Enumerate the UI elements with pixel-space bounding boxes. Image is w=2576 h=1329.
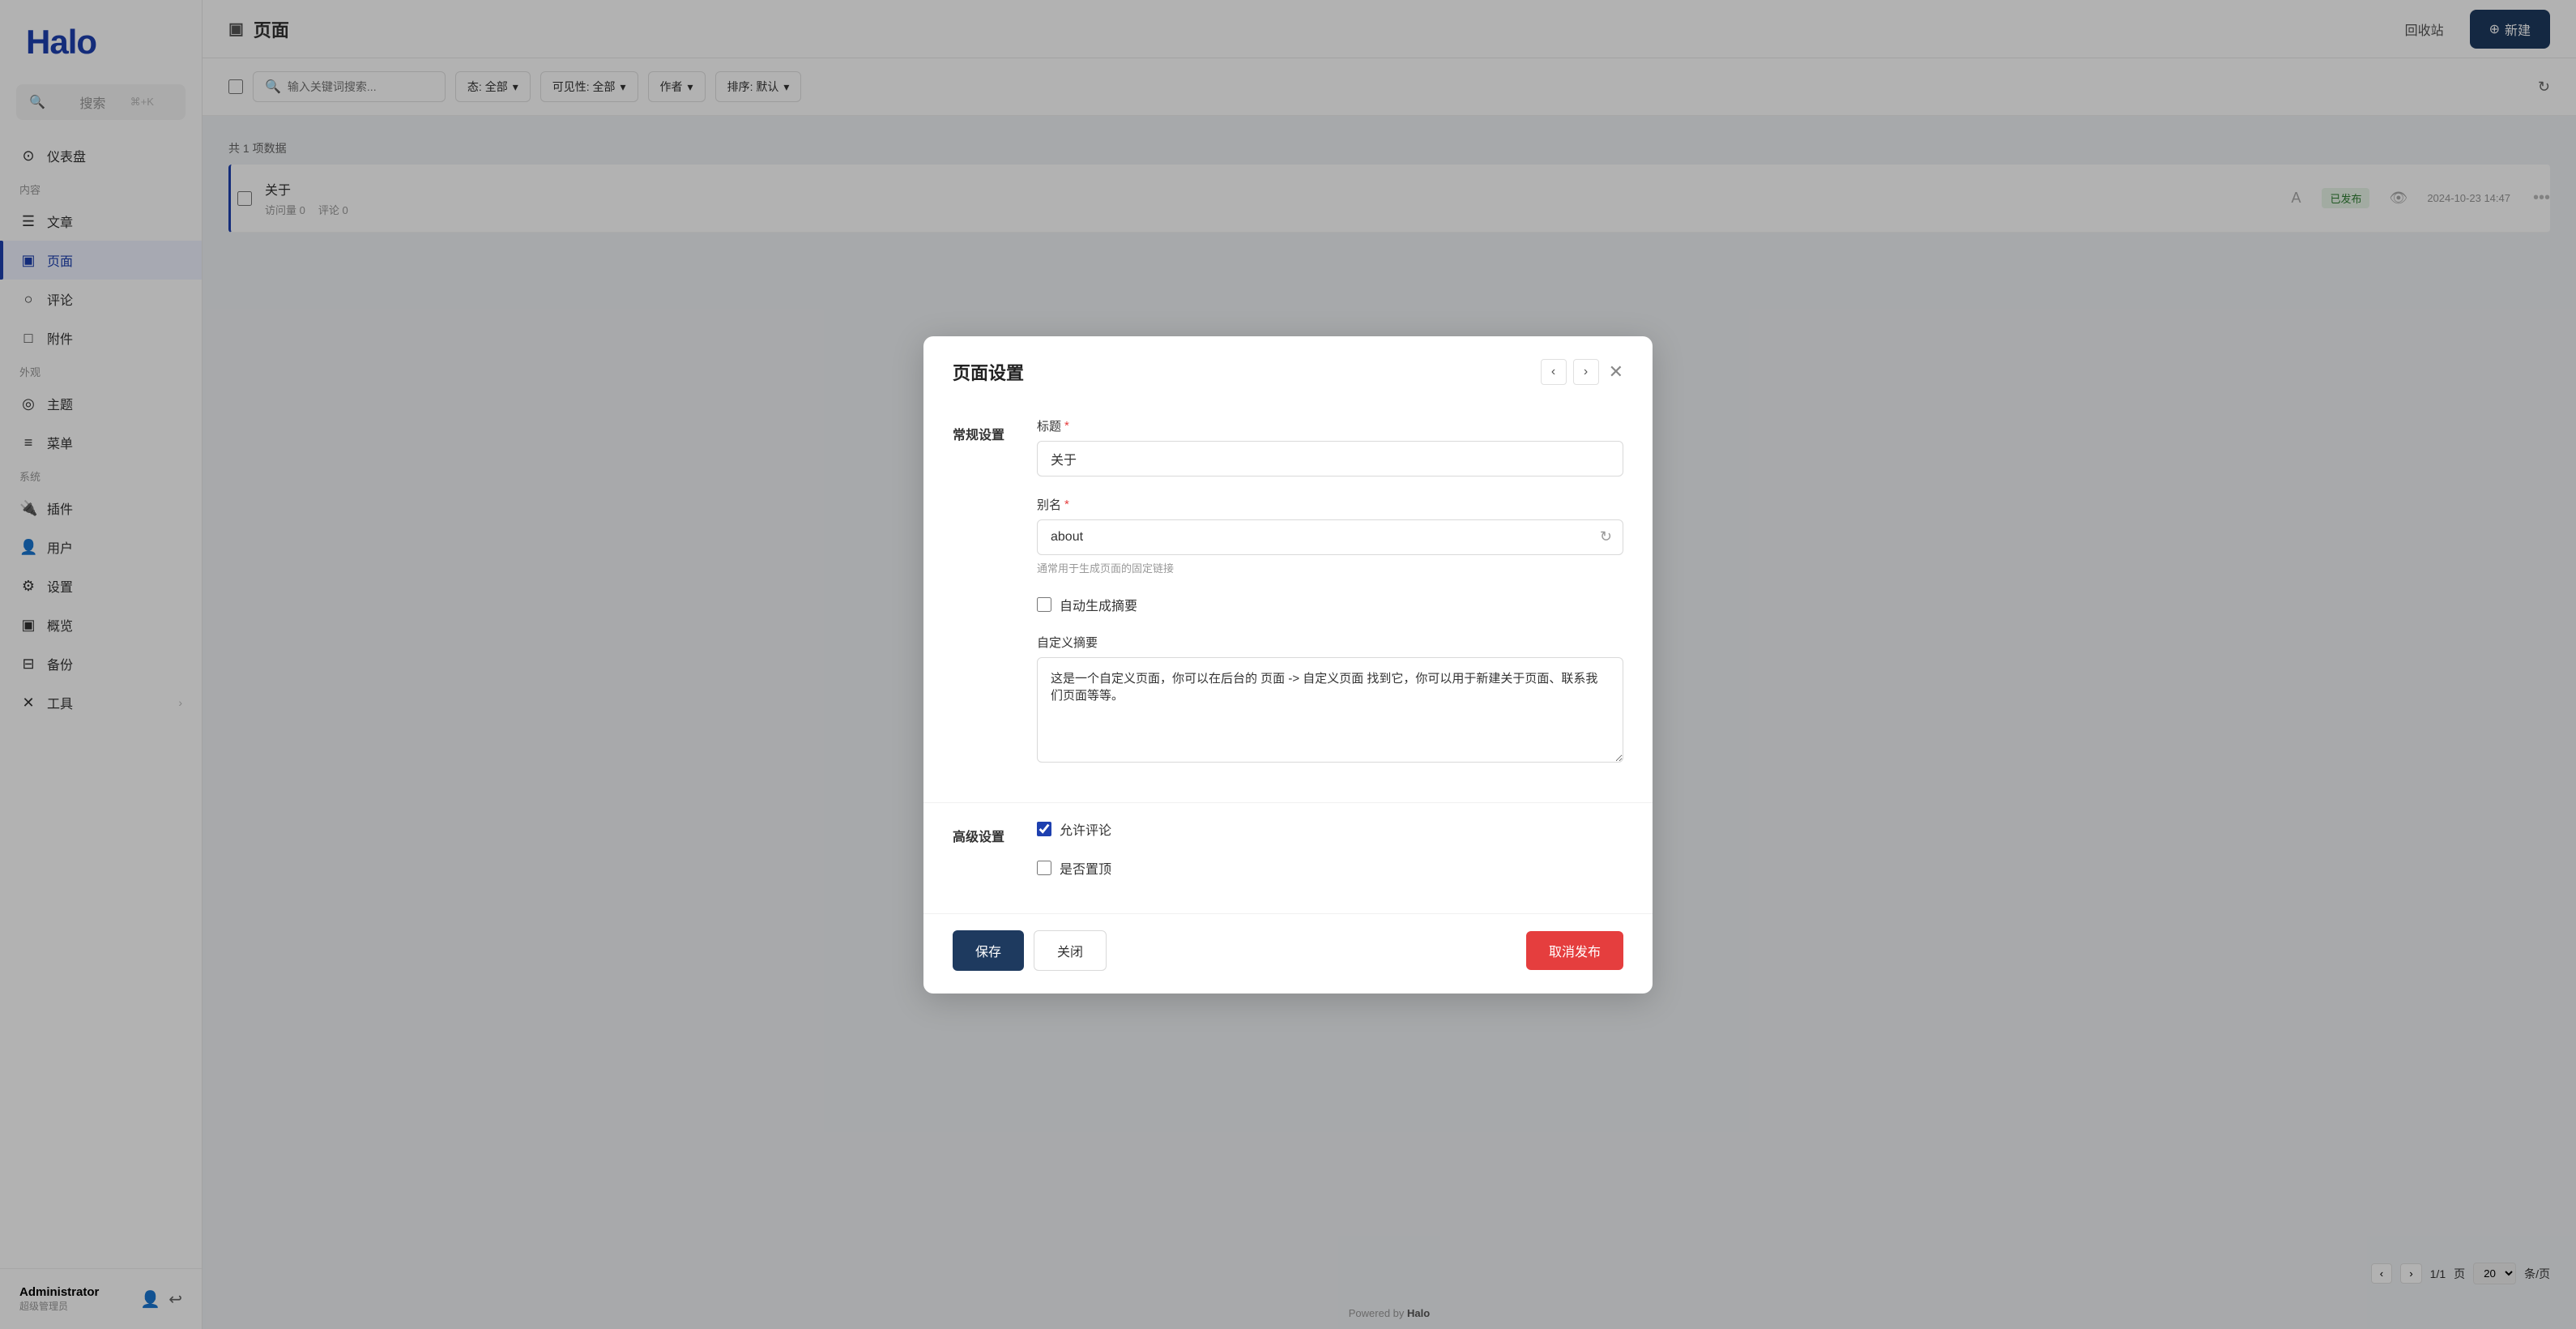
pin-top-group: 是否置顶 — [1037, 858, 1623, 878]
advanced-section: 高级设置 允许评论 是否置顶 — [923, 802, 1653, 913]
section-general-label: 常规设置 — [923, 401, 1037, 802]
alias-hint: 通常用于生成页面的固定链接 — [1037, 560, 1623, 575]
auto-excerpt-group: 自动生成摘要 — [1037, 595, 1623, 614]
general-fields: 标题 * 别名 * ↻ 通常用于生成页面的固定链接 — [1037, 401, 1653, 802]
custom-excerpt-label: 自定义摘要 — [1037, 634, 1623, 651]
alias-input[interactable] — [1037, 519, 1623, 555]
title-required: * — [1064, 419, 1069, 433]
auto-excerpt-checkbox[interactable] — [1037, 597, 1051, 612]
alias-field-group: 别名 * ↻ 通常用于生成页面的固定链接 — [1037, 496, 1623, 575]
modal-overlay: 页面设置 ‹ › ✕ 常规设置 标题 * — [0, 0, 2576, 1329]
title-label: 标题 * — [1037, 417, 1623, 434]
modal-body: 常规设置 标题 * 别名 * — [923, 401, 1653, 802]
allow-comment-group: 允许评论 — [1037, 819, 1623, 839]
custom-excerpt-group: 自定义摘要 这是一个自定义页面，你可以在后台的 页面 -> 自定义页面 找到它，… — [1037, 634, 1623, 767]
alias-label: 别名 * — [1037, 496, 1623, 513]
modal-title: 页面设置 — [953, 359, 1024, 385]
settings-modal: 页面设置 ‹ › ✕ 常规设置 标题 * — [923, 336, 1653, 994]
allow-comment-label[interactable]: 允许评论 — [1037, 819, 1623, 839]
title-field-group: 标题 * — [1037, 417, 1623, 476]
alias-refresh-icon[interactable]: ↻ — [1600, 528, 1612, 545]
modal-footer: 保存 关闭 取消发布 — [923, 913, 1653, 994]
pin-top-label[interactable]: 是否置顶 — [1037, 858, 1623, 878]
close-button[interactable]: 关闭 — [1034, 930, 1107, 971]
modal-nav: ‹ › ✕ — [1541, 359, 1623, 385]
unpublish-button[interactable]: 取消发布 — [1526, 931, 1623, 970]
modal-prev-button[interactable]: ‹ — [1541, 359, 1567, 385]
custom-excerpt-textarea[interactable]: 这是一个自定义页面，你可以在后台的 页面 -> 自定义页面 找到它，你可以用于新… — [1037, 657, 1623, 763]
modal-footer-left: 保存 关闭 — [953, 930, 1107, 971]
title-input[interactable] — [1037, 441, 1623, 476]
modal-close-button[interactable]: ✕ — [1609, 361, 1623, 382]
auto-excerpt-label[interactable]: 自动生成摘要 — [1037, 595, 1623, 614]
advanced-fields: 允许评论 是否置顶 — [1037, 803, 1653, 913]
modal-header: 页面设置 ‹ › ✕ — [923, 336, 1653, 401]
save-button[interactable]: 保存 — [953, 930, 1024, 971]
allow-comment-checkbox[interactable] — [1037, 822, 1051, 836]
pin-top-checkbox[interactable] — [1037, 861, 1051, 875]
section-advanced-label: 高级设置 — [923, 803, 1037, 913]
modal-next-button[interactable]: › — [1573, 359, 1599, 385]
alias-input-wrap: ↻ — [1037, 519, 1623, 555]
alias-required: * — [1064, 498, 1069, 511]
